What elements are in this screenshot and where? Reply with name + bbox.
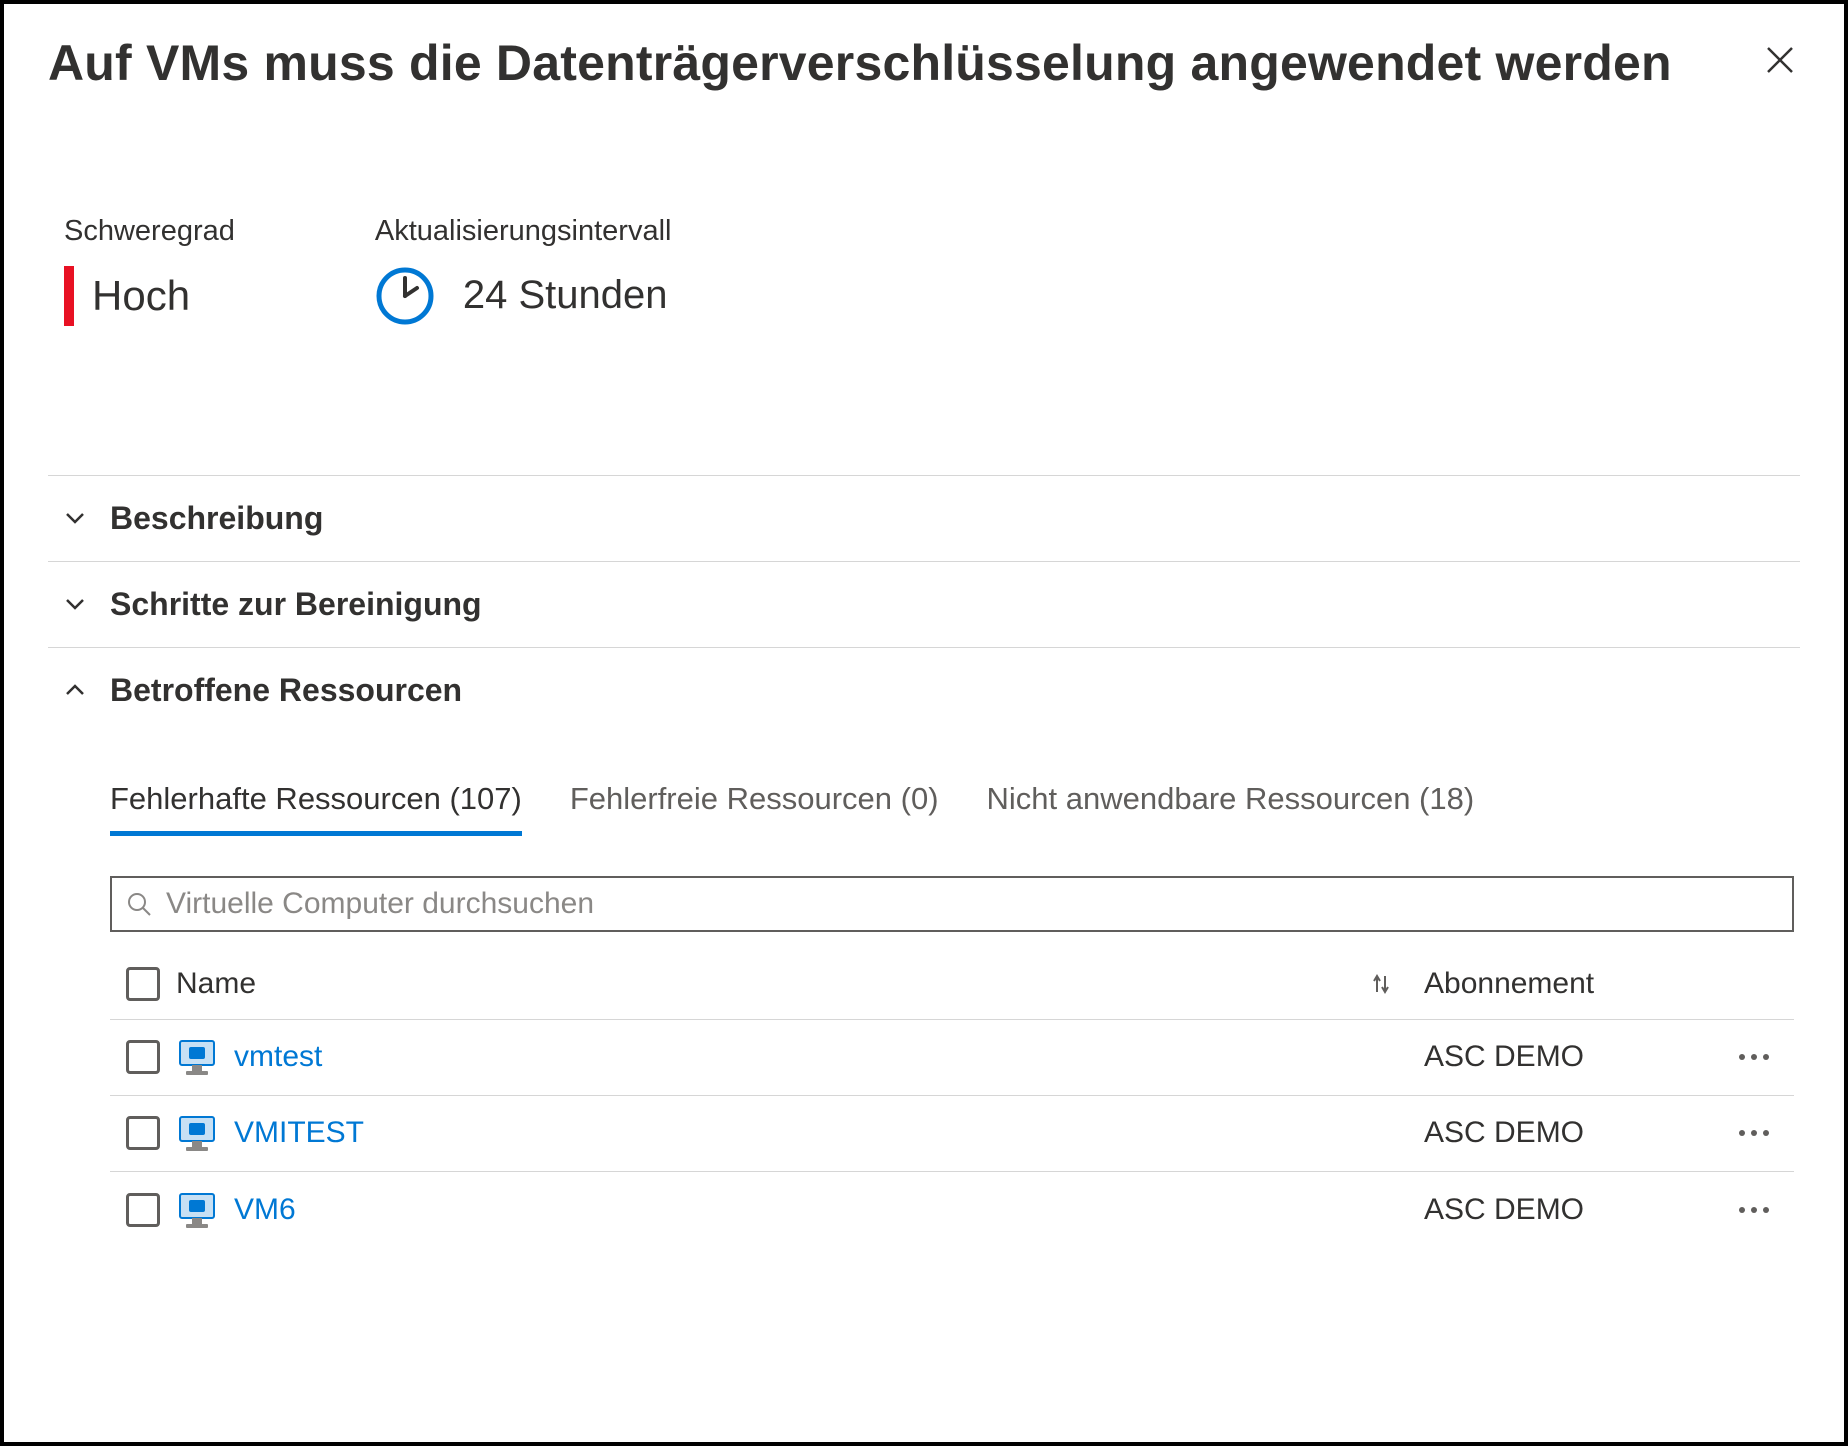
table-row[interactable]: VM6 ASC DEMO: [110, 1172, 1794, 1248]
row-checkbox[interactable]: [126, 1040, 160, 1074]
tab-healthy[interactable]: Fehlerfreie Ressourcen (0): [570, 781, 939, 836]
severity-label: Schweregrad: [64, 215, 235, 248]
section-description[interactable]: Beschreibung: [48, 475, 1800, 562]
row-actions-button[interactable]: [1734, 1205, 1774, 1215]
interval-block: Aktualisierungsintervall 24 Stunden: [375, 215, 672, 326]
sort-icon[interactable]: [1368, 971, 1394, 997]
severity-block: Schweregrad Hoch: [64, 215, 235, 326]
tab-not-applicable[interactable]: Nicht anwendbare Ressourcen (18): [987, 781, 1475, 836]
clock-icon: [375, 266, 435, 326]
subscription-cell: ASC DEMO: [1424, 1116, 1714, 1150]
chevron-down-icon: [62, 505, 88, 531]
vm-icon: [176, 1112, 218, 1154]
row-checkbox[interactable]: [126, 1193, 160, 1227]
subscription-cell: ASC DEMO: [1424, 1193, 1714, 1227]
search-icon: [126, 891, 152, 917]
subscription-cell: ASC DEMO: [1424, 1040, 1714, 1074]
row-actions-button[interactable]: [1734, 1128, 1774, 1138]
chevron-down-icon: [62, 591, 88, 617]
row-actions-button[interactable]: [1734, 1052, 1774, 1062]
section-remediation-title: Schritte zur Bereinigung: [110, 586, 482, 623]
vm-icon: [176, 1189, 218, 1231]
severity-bar-icon: [64, 266, 74, 326]
resource-link[interactable]: VM6: [234, 1193, 296, 1227]
close-icon: [1765, 45, 1795, 75]
table-row[interactable]: VMITEST ASC DEMO: [110, 1096, 1794, 1172]
section-description-title: Beschreibung: [110, 500, 323, 537]
search-input[interactable]: [166, 887, 1778, 921]
vm-icon: [176, 1036, 218, 1078]
search-box[interactable]: [110, 876, 1794, 932]
section-affected[interactable]: Betroffene Ressourcen: [48, 647, 1800, 733]
page-title: Auf VMs muss die Datenträgerverschlüssel…: [48, 32, 1672, 95]
section-affected-title: Betroffene Ressourcen: [110, 672, 462, 709]
interval-value: 24 Stunden: [463, 273, 668, 318]
section-remediation[interactable]: Schritte zur Bereinigung: [48, 561, 1800, 648]
table-row[interactable]: vmtest ASC DEMO: [110, 1020, 1794, 1096]
header-subscription[interactable]: Abonnement: [1424, 967, 1594, 1000]
resource-link[interactable]: vmtest: [234, 1040, 322, 1074]
resource-link[interactable]: VMITEST: [234, 1116, 364, 1150]
severity-value: Hoch: [92, 272, 190, 320]
close-button[interactable]: [1760, 40, 1800, 80]
select-all-checkbox[interactable]: [126, 967, 160, 1001]
chevron-up-icon: [62, 677, 88, 703]
row-checkbox[interactable]: [126, 1116, 160, 1150]
table-header: Name Abonnement: [110, 950, 1794, 1020]
tab-unhealthy[interactable]: Fehlerhafte Ressourcen (107): [110, 781, 522, 836]
interval-label: Aktualisierungsintervall: [375, 215, 672, 248]
header-name[interactable]: Name: [176, 967, 256, 1001]
